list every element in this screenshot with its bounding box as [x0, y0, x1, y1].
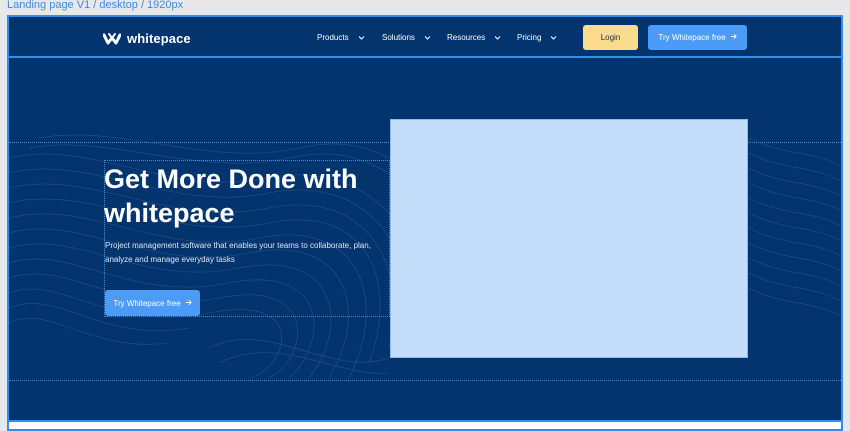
nav-links: Products Solutions Resources Pricing	[317, 33, 577, 42]
try-free-button[interactable]: Try Whitepace free	[648, 25, 747, 50]
brand-logo[interactable]: whitepace	[103, 31, 191, 46]
chevron-down-icon	[549, 33, 558, 42]
hero-subtext: Project management software that enables…	[105, 241, 371, 264]
nav-item-pricing[interactable]: Pricing	[517, 33, 577, 42]
hero-headline: Get More Done with whitepace	[104, 164, 358, 228]
nav-item-products[interactable]: Products	[317, 33, 382, 42]
arrow-right-icon	[185, 299, 192, 308]
frame-label[interactable]: Landing page V1 / desktop / 1920px	[7, 0, 183, 11]
whitepace-logo-icon	[103, 32, 121, 46]
layout-guide	[9, 380, 841, 381]
nav-item-label: Solutions	[382, 33, 415, 42]
landing-page-frame[interactable]: whitepace Products Solutions Resources P…	[7, 15, 843, 431]
hero-try-free-button[interactable]: Try Whitepace free	[105, 290, 200, 316]
next-section[interactable]	[9, 420, 841, 429]
nav-item-label: Pricing	[517, 33, 542, 42]
chevron-down-icon	[423, 33, 432, 42]
nav-item-label: Resources	[447, 33, 486, 42]
brand-name: whitepace	[127, 31, 191, 46]
arrow-right-icon	[730, 33, 737, 42]
nav-item-label: Products	[317, 33, 349, 42]
navbar: whitepace Products Solutions Resources P…	[9, 17, 841, 58]
hero-try-free-button-label: Try Whitepace free	[113, 298, 181, 308]
chevron-down-icon	[493, 33, 502, 42]
hero-section: Get More Done with whitepace Project man…	[9, 58, 841, 423]
nav-item-solutions[interactable]: Solutions	[382, 33, 447, 42]
login-button[interactable]: Login	[583, 25, 638, 50]
hero-image-placeholder[interactable]	[390, 119, 748, 358]
login-button-label: Login	[600, 33, 621, 42]
chevron-down-icon	[357, 33, 366, 42]
try-free-button-label: Try Whitepace free	[658, 33, 726, 42]
nav-item-resources[interactable]: Resources	[447, 33, 517, 42]
